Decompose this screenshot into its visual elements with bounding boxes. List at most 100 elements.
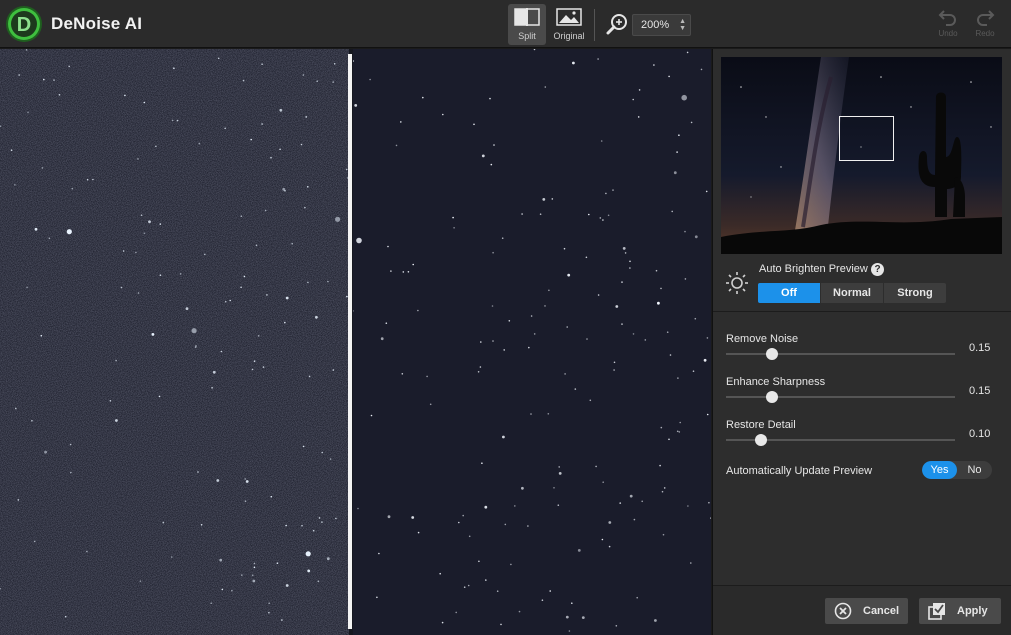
- star: [69, 443, 72, 446]
- star: [219, 558, 223, 562]
- star: [244, 478, 246, 480]
- star: [221, 588, 224, 591]
- star: [502, 435, 505, 439]
- restore-detail-slider[interactable]: [726, 434, 955, 446]
- star: [577, 549, 581, 552]
- star: [599, 217, 602, 219]
- star: [422, 96, 424, 99]
- star: [305, 551, 311, 557]
- star: [503, 349, 505, 351]
- auto-update-no[interactable]: No: [957, 461, 992, 479]
- star: [395, 144, 398, 147]
- star: [632, 333, 635, 335]
- star: [162, 521, 165, 524]
- star: [58, 94, 61, 96]
- star: [245, 480, 249, 483]
- star: [557, 504, 560, 507]
- star: [530, 413, 532, 415]
- star: [528, 346, 530, 349]
- star: [158, 395, 161, 398]
- star: [71, 187, 74, 190]
- brighten-option-strong[interactable]: Strong: [884, 283, 946, 303]
- star: [581, 616, 585, 619]
- star: [641, 500, 643, 503]
- star: [64, 615, 67, 618]
- star: [122, 250, 125, 252]
- help-icon[interactable]: ?: [871, 263, 884, 276]
- undo-button[interactable]: Undo: [933, 8, 963, 38]
- star: [92, 178, 94, 181]
- stepper-arrows-icon[interactable]: ▲ ▼: [679, 18, 686, 32]
- star: [155, 145, 157, 148]
- star: [148, 220, 151, 224]
- star: [527, 525, 529, 527]
- star: [241, 574, 243, 576]
- star: [255, 244, 258, 247]
- star: [496, 590, 499, 592]
- star: [586, 338, 588, 340]
- star: [669, 354, 672, 356]
- star: [679, 421, 681, 424]
- star: [115, 359, 117, 362]
- brighten-option-off[interactable]: Off: [758, 283, 820, 303]
- apply-button[interactable]: Apply: [919, 598, 1001, 624]
- star: [637, 116, 640, 118]
- star: [140, 214, 143, 216]
- enhance-sharpness-slider[interactable]: [726, 391, 955, 403]
- star: [629, 260, 631, 263]
- cancel-label: Cancel: [863, 605, 900, 617]
- brighten-option-normal[interactable]: Normal: [820, 283, 884, 303]
- star: [327, 280, 329, 283]
- star: [120, 286, 123, 289]
- preview-canvas[interactable]: [0, 49, 711, 635]
- star: [657, 301, 660, 305]
- star: [671, 210, 673, 213]
- star: [115, 419, 118, 422]
- slider-thumb[interactable]: [766, 348, 779, 360]
- star: [673, 171, 677, 175]
- star: [621, 323, 623, 325]
- star: [335, 216, 341, 222]
- split-view-button[interactable]: Split: [508, 4, 546, 45]
- split-view-label: Split: [518, 31, 536, 41]
- star: [654, 619, 657, 622]
- remove-noise-slider[interactable]: [726, 348, 955, 360]
- star: [251, 574, 254, 577]
- zoom-select[interactable]: 200% ▲ ▼: [632, 14, 691, 36]
- slider-thumb[interactable]: [766, 391, 779, 403]
- star: [565, 615, 569, 619]
- star: [544, 86, 547, 88]
- split-divider-handle[interactable]: [348, 54, 352, 629]
- star: [668, 75, 670, 78]
- star: [204, 253, 206, 256]
- star: [613, 369, 615, 371]
- star: [34, 227, 38, 231]
- star: [484, 505, 488, 509]
- star: [686, 51, 689, 54]
- star: [369, 78, 371, 81]
- star: [407, 271, 410, 273]
- star: [252, 579, 256, 583]
- star: [68, 65, 70, 68]
- star: [608, 545, 611, 548]
- star: [504, 523, 507, 526]
- star: [629, 494, 633, 498]
- star: [176, 119, 179, 122]
- zoom-icon[interactable]: [605, 12, 629, 36]
- star: [655, 269, 658, 272]
- redo-button[interactable]: Redo: [970, 8, 1000, 38]
- navigator-viewport-rect[interactable]: [839, 116, 894, 161]
- auto-update-yes[interactable]: Yes: [922, 461, 957, 479]
- brightness-icon: [726, 272, 748, 294]
- star: [376, 596, 378, 599]
- star: [706, 337, 709, 339]
- cancel-button[interactable]: Cancel: [825, 598, 908, 624]
- star: [86, 550, 88, 553]
- auto-update-toggle[interactable]: Yes No: [922, 461, 992, 479]
- slider-thumb[interactable]: [754, 434, 767, 446]
- star: [333, 63, 336, 65]
- navigator-thumbnail[interactable]: [721, 57, 1002, 254]
- original-view-button[interactable]: Original: [550, 4, 588, 45]
- star: [690, 121, 693, 124]
- star: [262, 366, 265, 368]
